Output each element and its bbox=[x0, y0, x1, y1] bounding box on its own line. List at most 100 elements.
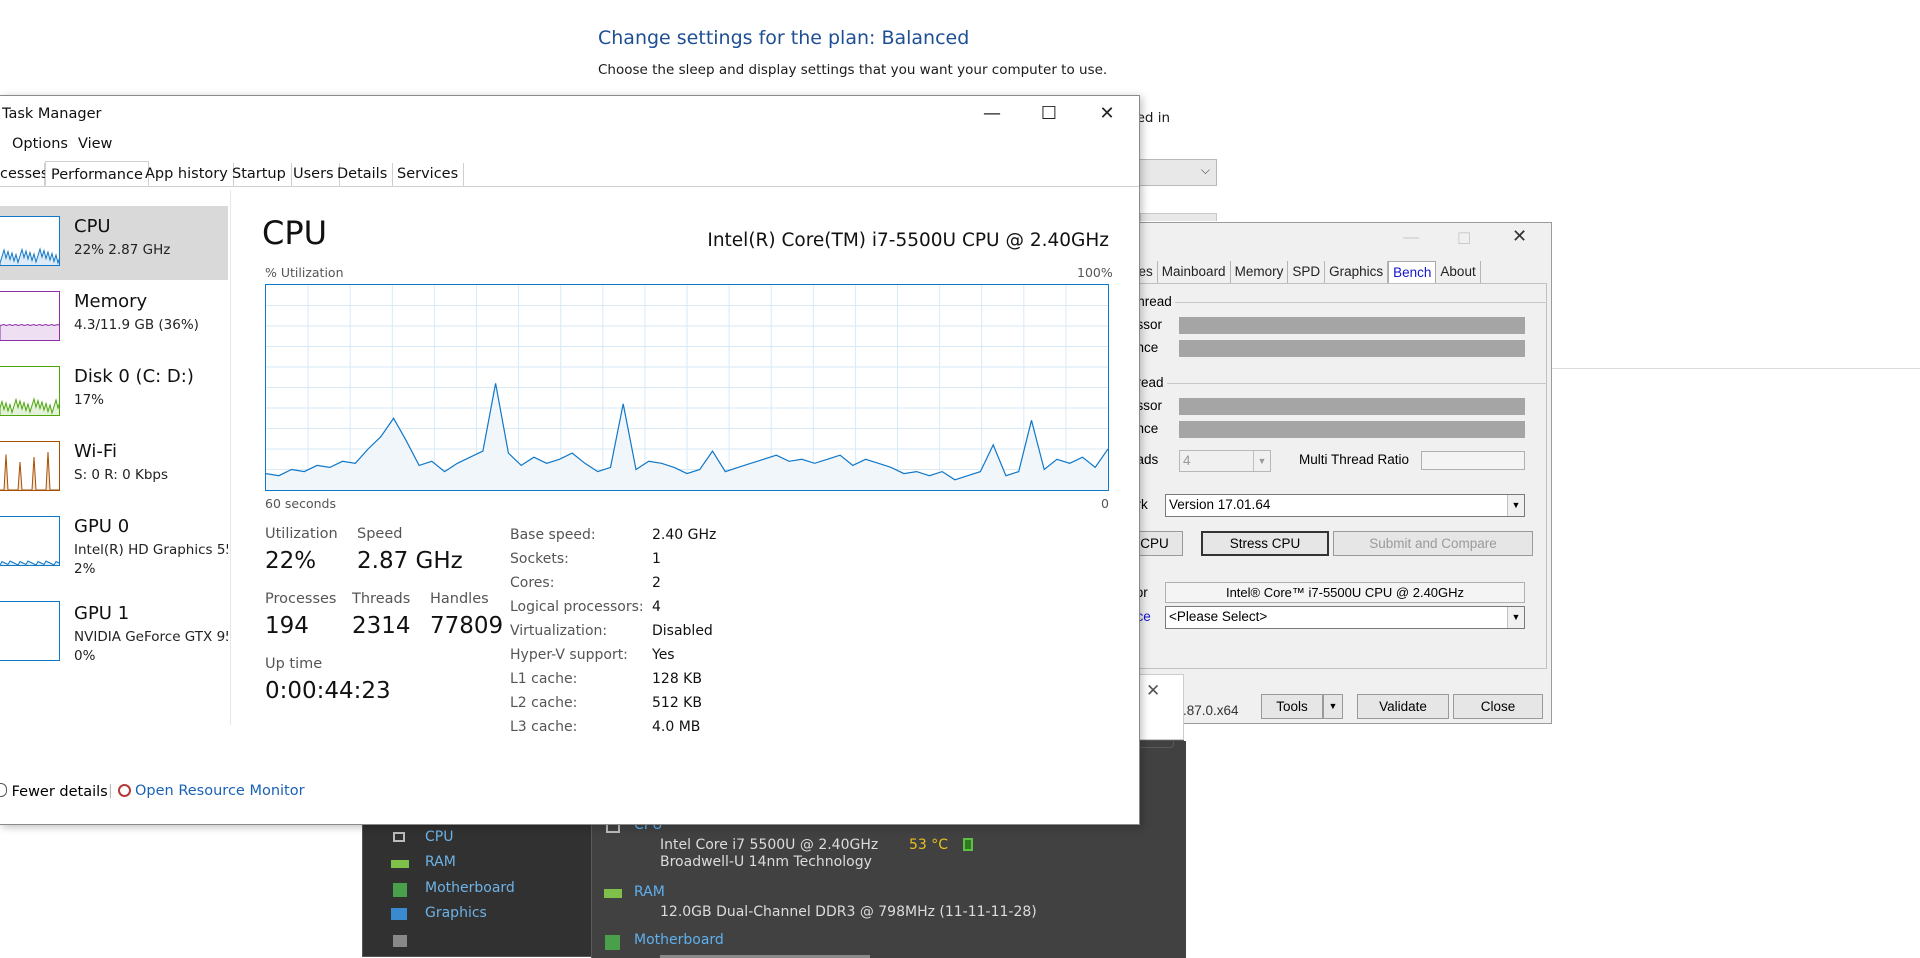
temperature-indicator-icon bbox=[963, 838, 973, 851]
resource-name: CPU bbox=[74, 216, 111, 237]
resource-name: Memory bbox=[74, 291, 148, 312]
fewer-details-button[interactable]: Fewer details bbox=[0, 783, 108, 800]
close-icon[interactable]: ✕ bbox=[1087, 101, 1127, 127]
multi-reference-bar bbox=[1179, 421, 1525, 438]
task-manager-window: Task Manager — ☐ ✕ Options View cesses P… bbox=[0, 95, 1140, 825]
tab-bench[interactable]: Bench bbox=[1388, 261, 1437, 283]
single-reference-bar bbox=[1179, 340, 1525, 357]
property-label: L2 cache: bbox=[510, 695, 578, 711]
tab-startup[interactable]: Startup bbox=[227, 163, 292, 186]
resource-gpu0[interactable]: GPU 0 Intel(R) HD Graphics 55 2% bbox=[0, 506, 228, 580]
tab-services[interactable]: Services bbox=[392, 163, 465, 186]
close-icon[interactable]: ✕ bbox=[1512, 226, 1527, 247]
resource-cpu[interactable]: CPU 22% 2.87 GHz bbox=[0, 206, 228, 280]
chevron-down-icon: ▼ bbox=[1507, 607, 1524, 628]
property-value: 1 bbox=[652, 551, 661, 567]
tools-button[interactable]: Tools bbox=[1261, 694, 1323, 719]
benchmark-version-select[interactable]: Version 17.01.64 ▼ bbox=[1165, 494, 1525, 517]
threads-value: 2314 bbox=[352, 613, 411, 639]
resource-name: GPU 0 bbox=[74, 516, 130, 537]
thumbnail-series bbox=[0, 247, 59, 265]
footer-divider: | bbox=[108, 783, 113, 799]
tab-memory[interactable]: Memory bbox=[1231, 261, 1289, 283]
resource-monitor-icon bbox=[118, 784, 131, 797]
resource-detail: 22% 2.87 GHz bbox=[74, 242, 171, 258]
resource-name: Wi-Fi bbox=[74, 441, 117, 462]
motherboard-section-heading: Motherboard bbox=[634, 932, 724, 948]
cpu-icon bbox=[393, 832, 405, 842]
resource-memory[interactable]: Memory 4.3/11.9 GB (36%) bbox=[0, 281, 228, 355]
resource-usage: 2% bbox=[74, 561, 96, 577]
threads-select[interactable]: 4 ▼ bbox=[1179, 450, 1271, 472]
resource-detail: Intel(R) HD Graphics 55 bbox=[74, 542, 228, 558]
chevron-down-icon: ⌵ bbox=[1200, 163, 1210, 177]
property-label: Virtualization: bbox=[510, 623, 608, 639]
resource-disk[interactable]: Disk 0 (C: D:) 17% bbox=[0, 356, 228, 430]
resource-usage: 0% bbox=[74, 648, 96, 664]
processor-field: Intel® Core™ i7-5500U CPU @ 2.40GHz bbox=[1165, 582, 1525, 603]
speed-value: 2.87 GHz bbox=[357, 548, 463, 574]
performance-heading: CPU bbox=[262, 214, 328, 252]
resource-wifi[interactable]: Wi-Fi S: 0 R: 0 Kbps bbox=[0, 431, 228, 505]
handles-label: Handles bbox=[430, 591, 489, 607]
multi-processor-bar bbox=[1179, 398, 1525, 415]
chevron-up-icon bbox=[0, 783, 7, 797]
resource-name: GPU 1 bbox=[74, 603, 130, 624]
stress-cpu-button[interactable]: Stress CPU bbox=[1201, 531, 1329, 556]
tools-dropdown-icon[interactable]: ▼ bbox=[1323, 694, 1343, 719]
close-icon[interactable]: ✕ bbox=[1146, 681, 1160, 701]
graphics-icon bbox=[391, 908, 407, 920]
tab-mainboard[interactable]: Mainboard bbox=[1158, 261, 1231, 283]
minimize-icon[interactable]: — bbox=[1403, 229, 1419, 247]
handles-value: 77809 bbox=[430, 613, 504, 639]
tab-performance[interactable]: Performance bbox=[45, 161, 149, 186]
cpuz-version: .87.0.x64 bbox=[1183, 703, 1239, 718]
minimize-icon[interactable]: — bbox=[972, 101, 1012, 127]
window-title: Task Manager bbox=[2, 106, 102, 122]
cpuz-tabs: hes Mainboard Memory SPD Graphics Bench … bbox=[1127, 261, 1481, 283]
resource-gpu1[interactable]: GPU 1 NVIDIA GeForce GTX 95 0% bbox=[0, 593, 228, 667]
tab-processes[interactable]: cesses bbox=[0, 163, 48, 186]
sidebar-item-motherboard[interactable]: Motherboard bbox=[425, 880, 515, 896]
ram-icon bbox=[604, 889, 622, 898]
sidebar-item-cpu[interactable]: CPU bbox=[425, 829, 453, 845]
tab-about[interactable]: About bbox=[1436, 261, 1481, 283]
submit-compare-button[interactable]: Submit and Compare bbox=[1333, 531, 1533, 556]
plan-subtitle: Choose the sleep and display settings th… bbox=[598, 62, 1108, 78]
open-resource-monitor-link[interactable]: Open Resource Monitor bbox=[118, 783, 305, 799]
property-value: 2.40 GHz bbox=[652, 527, 717, 543]
property-label: L1 cache: bbox=[510, 671, 578, 687]
open-resource-monitor-label: Open Resource Monitor bbox=[135, 783, 305, 799]
maximize-icon[interactable]: ☐ bbox=[1029, 101, 1069, 127]
property-label: L3 cache: bbox=[510, 719, 578, 735]
property-value: Yes bbox=[652, 647, 675, 663]
plan-dropdown-edge bbox=[1140, 213, 1217, 221]
sidebar-item-graphics[interactable]: Graphics bbox=[425, 905, 487, 921]
uptime-value: 0:00:44:23 bbox=[265, 678, 391, 704]
plan-divider bbox=[1552, 368, 1920, 369]
tab-spd[interactable]: SPD bbox=[1288, 261, 1326, 283]
multi-ratio-field bbox=[1421, 451, 1525, 470]
close-button[interactable]: Close bbox=[1453, 694, 1543, 719]
chevron-down-icon: ▼ bbox=[1253, 451, 1270, 471]
menu-view[interactable]: View bbox=[78, 136, 112, 152]
cpu-technology-value: Broadwell-U 14nm Technology bbox=[660, 854, 872, 870]
gpu0-thumbnail-graph bbox=[0, 516, 60, 566]
tab-graphics[interactable]: Graphics bbox=[1325, 261, 1389, 283]
maximize-icon: ☐ bbox=[1457, 231, 1472, 248]
ram-value: 12.0GB Dual-Channel DDR3 @ 798MHz (11-11… bbox=[660, 904, 1037, 920]
utilization-value: 22% bbox=[265, 548, 317, 574]
reference-select[interactable]: <Please Select> ▼ bbox=[1165, 606, 1525, 629]
menu-options[interactable]: Options bbox=[12, 136, 68, 152]
sidebar-item-ram[interactable]: RAM bbox=[425, 854, 456, 870]
tab-app-history[interactable]: App history bbox=[140, 163, 234, 186]
y-axis-max-label: 100% bbox=[1077, 265, 1113, 280]
resource-detail: 4.3/11.9 GB (36%) bbox=[74, 317, 199, 333]
tab-details[interactable]: Details bbox=[332, 163, 394, 186]
gpu1-thumbnail-graph bbox=[0, 601, 60, 661]
validate-button[interactable]: Validate bbox=[1357, 694, 1449, 719]
multi-ratio-label: Multi Thread Ratio bbox=[1299, 452, 1410, 467]
motherboard-value-clipped bbox=[660, 952, 870, 958]
property-value: 2 bbox=[652, 575, 661, 591]
processes-label: Processes bbox=[265, 591, 337, 607]
